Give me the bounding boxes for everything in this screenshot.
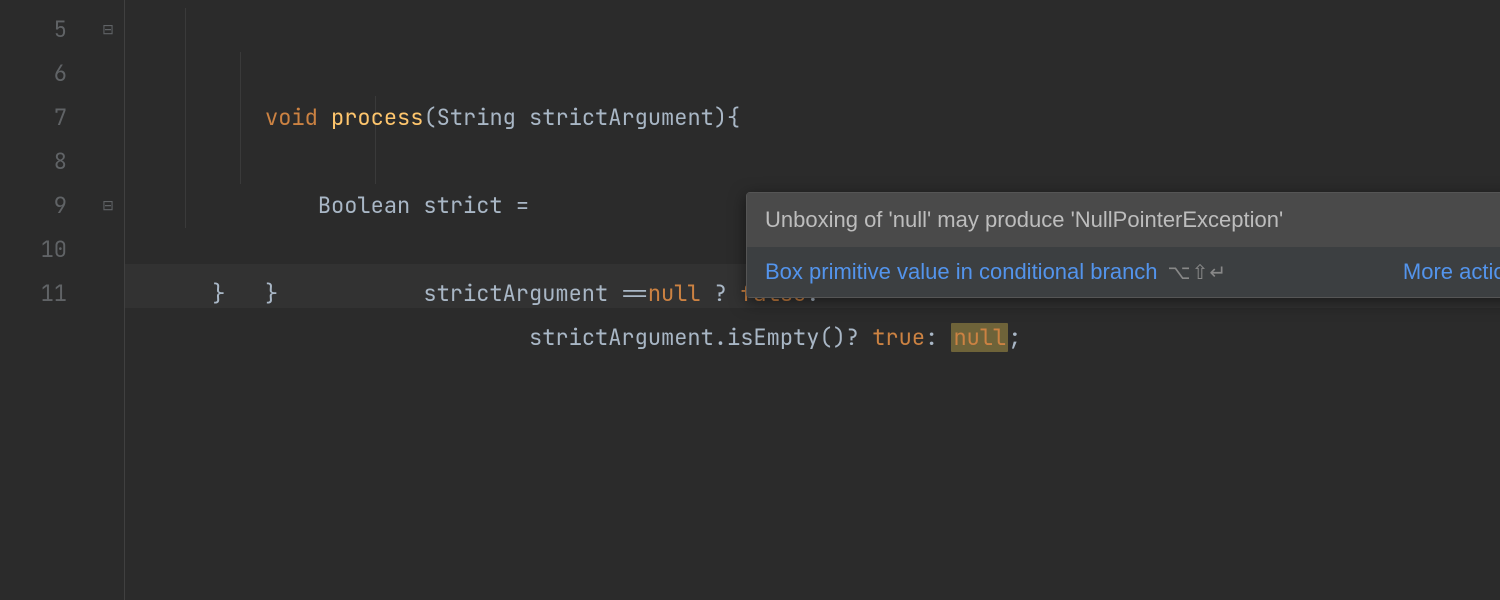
- line-number-gutter: 5 6 7 8 9 10 11: [0, 0, 95, 600]
- method-name: process: [331, 103, 423, 132]
- inspection-tooltip: Unboxing of 'null' may produce 'NullPoin…: [746, 192, 1500, 298]
- more-actions-link[interactable]: More actions...: [1403, 259, 1500, 285]
- keyword-true: true: [872, 323, 925, 352]
- closing-brace: }: [212, 279, 225, 308]
- line-number: 10: [0, 228, 95, 272]
- inspection-actions-row: Box primitive value in conditional branc…: [747, 247, 1500, 297]
- inspection-message: Unboxing of 'null' may produce 'NullPoin…: [765, 207, 1283, 233]
- expr-call: strictArgument.isEmpty()?: [529, 323, 872, 352]
- closing-brace: }: [265, 279, 278, 308]
- keyword-void: void: [265, 103, 318, 132]
- code-editor: 5 6 7 8 9 10 11 ⊟ ⊟ void process(String …: [0, 0, 1500, 600]
- line-number: 9: [0, 184, 95, 228]
- code-line[interactable]: void process(String strictArgument){: [125, 8, 1500, 52]
- inspection-message-row: Unboxing of 'null' may produce 'NullPoin…: [747, 193, 1500, 247]
- keyword-null: null: [648, 279, 701, 308]
- code-line[interactable]: strictArgument.isEmpty()? true: null;: [125, 140, 1500, 184]
- line-number: 5: [0, 8, 95, 52]
- code-area[interactable]: void process(String strictArgument){ Boo…: [125, 0, 1500, 600]
- line-number: 6: [0, 52, 95, 96]
- line-number: 7: [0, 96, 95, 140]
- code-line[interactable]: Boolean strict =: [125, 52, 1500, 96]
- line-number: 8: [0, 140, 95, 184]
- shortcut-hint: ⌥⇧↵: [1168, 260, 1228, 285]
- fold-toggle-icon[interactable]: ⊟: [98, 196, 118, 216]
- line-number: 11: [0, 272, 95, 316]
- quick-fix-link[interactable]: Box primitive value in conditional branc…: [765, 259, 1158, 285]
- declaration: Boolean strict =: [318, 191, 529, 220]
- fold-column: ⊟ ⊟: [95, 0, 125, 600]
- expr-lhs: strictArgument ==: [423, 279, 647, 308]
- method-signature: (String strictArgument){: [423, 103, 740, 132]
- fold-toggle-icon[interactable]: ⊟: [98, 20, 118, 40]
- highlighted-null[interactable]: null: [951, 323, 1008, 352]
